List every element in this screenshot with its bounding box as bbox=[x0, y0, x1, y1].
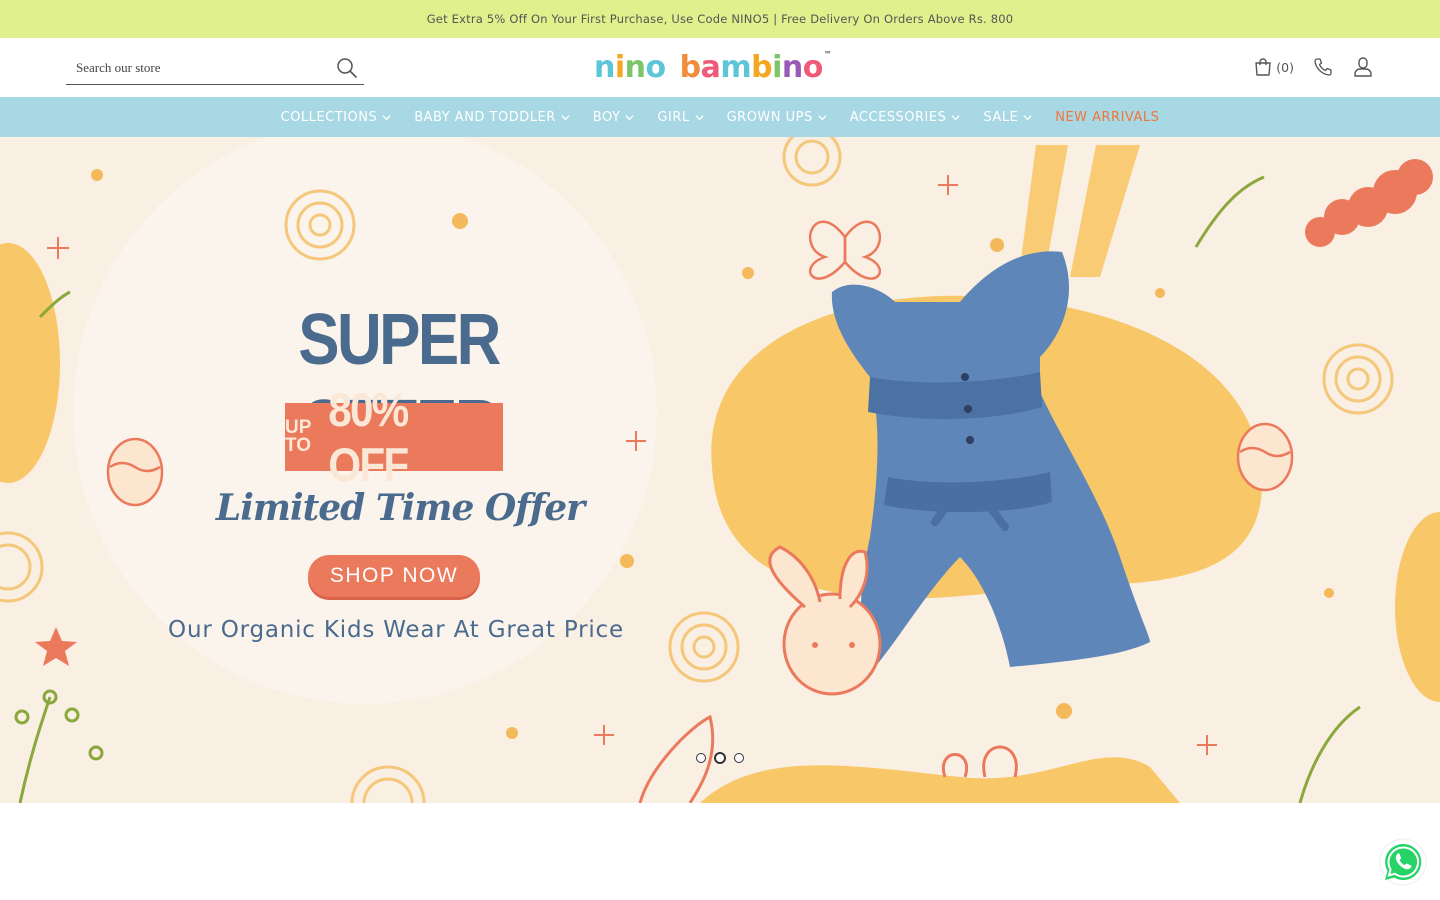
cart-button[interactable]: (0) bbox=[1253, 57, 1294, 77]
shop-now-button[interactable]: SHOP NOW bbox=[308, 555, 480, 597]
cart-count: (0) bbox=[1276, 59, 1294, 75]
nav-item-grown-ups[interactable]: GROWN UPS bbox=[727, 110, 827, 125]
chevron-down-icon bbox=[818, 114, 827, 120]
nav-item-label: ACCESSORIES bbox=[849, 109, 947, 125]
site-logo[interactable]: nino bambino ™ bbox=[594, 49, 832, 85]
nav-item-label: GIRL bbox=[657, 109, 690, 125]
logo-trademark: ™ bbox=[823, 50, 832, 59]
badge-percent: 80% OFF bbox=[327, 383, 409, 491]
announcement-text: Get Extra 5% Off On Your First Purchase,… bbox=[426, 12, 1014, 26]
main-nav: COLLECTIONS BABY AND TODDLER BOY GIRL GR… bbox=[0, 97, 1440, 137]
chevron-down-icon bbox=[695, 114, 704, 120]
user-icon[interactable] bbox=[1352, 56, 1374, 78]
nav-item-collections[interactable]: COLLECTIONS bbox=[281, 110, 392, 125]
phone-icon[interactable] bbox=[1312, 56, 1334, 78]
nav-item-girl[interactable]: GIRL bbox=[657, 109, 704, 125]
chevron-down-icon bbox=[382, 114, 391, 120]
chevron-down-icon bbox=[625, 114, 634, 120]
slider-dot-1[interactable] bbox=[696, 753, 706, 763]
slider-dots bbox=[696, 752, 744, 764]
cart-icon bbox=[1255, 58, 1271, 76]
hero-subtitle: Limited Time Offer bbox=[215, 487, 585, 529]
search-form bbox=[66, 52, 364, 85]
chevron-down-icon bbox=[951, 114, 960, 120]
discount-badge: UP TO 80% OFF bbox=[285, 383, 503, 491]
whatsapp-button[interactable] bbox=[1379, 838, 1427, 886]
header-icons: (0) bbox=[1253, 54, 1374, 80]
nav-item-label: BOY bbox=[592, 109, 621, 125]
search-icon[interactable] bbox=[336, 57, 358, 79]
chevron-down-icon bbox=[561, 114, 570, 120]
slider-dot-2[interactable] bbox=[714, 752, 726, 764]
announcement-bar: Get Extra 5% Off On Your First Purchase,… bbox=[0, 0, 1440, 38]
site-header: nino bambino ™ (0) bbox=[0, 38, 1440, 97]
nav-item-label: GROWN UPS bbox=[726, 109, 813, 125]
logo-word-nino: nino bbox=[594, 49, 666, 85]
nav-item-label: SALE bbox=[983, 109, 1019, 125]
hero-tagline: Our Organic Kids Wear At Great Price bbox=[168, 617, 624, 643]
hero-background-art bbox=[0, 137, 1440, 803]
search-input[interactable] bbox=[66, 52, 326, 84]
whatsapp-icon bbox=[1379, 838, 1427, 886]
nav-item-label: NEW ARRIVALS bbox=[1055, 109, 1160, 125]
badge-upto: UP TO bbox=[285, 418, 319, 456]
nav-item-label: BABY AND TODDLER bbox=[414, 109, 556, 125]
nav-item-baby-and-toddler[interactable]: BABY AND TODDLER bbox=[414, 110, 570, 125]
nav-item-boy[interactable]: BOY bbox=[593, 110, 635, 125]
nav-item-new-arrivals[interactable]: NEW ARRIVALS bbox=[1055, 110, 1159, 125]
badge-upto-line2: TO bbox=[285, 435, 312, 456]
nav-item-accessories[interactable]: ACCESSORIES bbox=[850, 110, 961, 125]
chevron-down-icon bbox=[1023, 114, 1032, 120]
logo-word-bambino: bambino bbox=[679, 49, 824, 85]
hero-banner[interactable]: SUPER OFFER UP TO 80% OFF Limited Time O… bbox=[0, 137, 1440, 803]
slider-dot-3[interactable] bbox=[734, 753, 744, 763]
nav-item-sale[interactable]: SALE bbox=[983, 110, 1032, 125]
nav-item-label: COLLECTIONS bbox=[280, 109, 378, 125]
